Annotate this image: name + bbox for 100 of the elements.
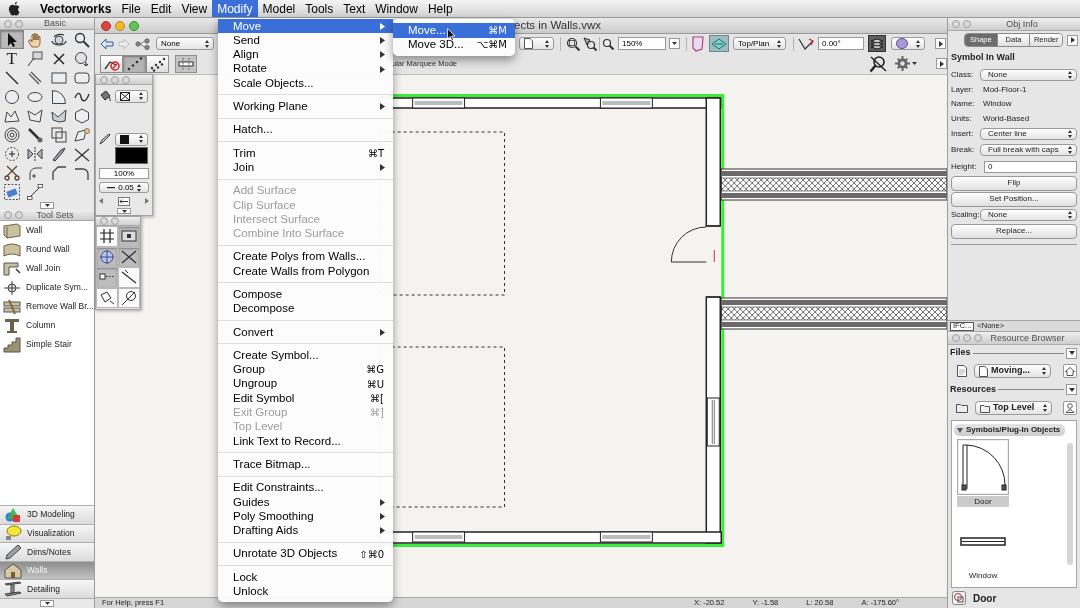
- dropdown[interactable]: Top Level: [975, 401, 1052, 415]
- menu-title[interactable]: Text: [338, 0, 371, 17]
- toolbar-expand-button[interactable]: [936, 58, 947, 69]
- dropdown[interactable]: Center line: [980, 128, 1077, 140]
- tool-list-item[interactable]: Remove Wall Br...: [0, 297, 94, 316]
- rotation-field[interactable]: 0.00°: [818, 37, 864, 50]
- tool-set-button[interactable]: Dims/Notes: [0, 542, 94, 561]
- apple-icon[interactable]: [8, 1, 21, 16]
- menu-title[interactable]: Edit: [145, 0, 177, 17]
- menu-item[interactable]: Compose: [218, 287, 393, 302]
- menu-item[interactable]: Scale Objects...: [218, 76, 393, 91]
- section-menu-button[interactable]: [1066, 347, 1077, 359]
- menu-item[interactable]: Link Text to Record...: [218, 434, 393, 449]
- mode-button[interactable]: [100, 54, 123, 73]
- menu-item[interactable]: Create Walls from Polygon: [218, 264, 393, 279]
- menu-item[interactable]: Hatch...: [218, 122, 393, 138]
- tool-list-item[interactable]: Wall: [0, 221, 94, 240]
- menu-item[interactable]: Unlock: [218, 584, 393, 599]
- settings-button[interactable]: [895, 56, 917, 71]
- dropdown[interactable]: Full break with caps: [980, 144, 1077, 156]
- dropdown[interactable]: [115, 132, 148, 146]
- menu-title[interactable]: View: [176, 0, 213, 17]
- menu-item[interactable]: Send: [218, 33, 393, 48]
- menu-item[interactable]: Edit Constraints...: [218, 480, 393, 495]
- dropdown[interactable]: None: [156, 37, 214, 50]
- shield-icon[interactable]: [691, 35, 705, 52]
- menu-item[interactable]: Join: [218, 160, 393, 175]
- angle-arrow-icon[interactable]: [798, 36, 814, 51]
- snap-button[interactable]: [96, 287, 118, 308]
- snap-button[interactable]: [118, 267, 140, 288]
- magnifier-objects-icon[interactable]: [583, 36, 597, 51]
- menu-item[interactable]: Create Symbol...: [218, 348, 393, 363]
- user-folder-button[interactable]: [1063, 401, 1077, 415]
- menu-item[interactable]: Align: [218, 47, 393, 62]
- magnifier-fit-icon[interactable]: [566, 36, 580, 51]
- tool-list-item[interactable]: Simple Stair: [0, 335, 94, 354]
- snap-button[interactable]: [96, 226, 118, 247]
- menu-item[interactable]: Drafting Aids: [218, 523, 393, 538]
- menu-item[interactable]: Lock: [218, 570, 393, 585]
- snap-button[interactable]: [118, 226, 140, 247]
- text-field[interactable]: 0: [984, 160, 1077, 173]
- tool-list-item[interactable]: Column: [0, 316, 94, 335]
- palette-menu-button[interactable]: [1067, 34, 1078, 46]
- tool-set-button[interactable]: Detailing: [0, 579, 94, 598]
- menu-item[interactable]: Unrotate 3D Objects ⇧⌘0: [218, 546, 393, 562]
- resource-thumbnail[interactable]: [957, 439, 1009, 495]
- menu-title[interactable]: Help: [422, 0, 458, 17]
- menu-item[interactable]: Move 3D... ⌥⌘M: [393, 37, 515, 52]
- dropdown[interactable]: [115, 89, 148, 103]
- palette-button[interactable]: Replace...: [951, 223, 1077, 239]
- toggle-button[interactable]: [868, 35, 886, 52]
- home-button[interactable]: [1063, 364, 1077, 378]
- magnifier-cross-icon[interactable]: [869, 54, 887, 73]
- menu-item[interactable]: Convert: [218, 325, 393, 340]
- menu-item[interactable]: Trim ⌘T: [218, 146, 393, 161]
- tool-list-item[interactable]: Round Wall: [0, 240, 94, 259]
- menu-item[interactable]: Trace Bitmap...: [218, 457, 393, 472]
- menu-item[interactable]: Decompose: [218, 301, 393, 317]
- snap-button[interactable]: [118, 246, 140, 267]
- menu-item[interactable]: Move: [218, 19, 393, 34]
- dropdown[interactable]: [519, 37, 554, 50]
- menu-title[interactable]: Tools: [300, 0, 339, 17]
- close-button[interactable]: [101, 20, 111, 31]
- scrollbar[interactable]: [1067, 443, 1073, 565]
- palette-button[interactable]: Set Position...: [951, 191, 1077, 207]
- menu-title[interactable]: File: [116, 0, 146, 17]
- menu-item[interactable]: Rotate: [218, 61, 393, 77]
- menu-title[interactable]: Model: [257, 0, 301, 17]
- menu-item[interactable]: Poly Smoothing: [218, 509, 393, 524]
- tool-list-item[interactable]: Duplicate Sym...: [0, 278, 94, 297]
- mode-button[interactable]: [146, 54, 169, 73]
- category-header[interactable]: Symbols/Plug-In Objects: [954, 424, 1065, 436]
- tool-set-button[interactable]: 3D Modeling: [0, 505, 94, 524]
- zoom-button[interactable]: [129, 20, 139, 31]
- magnifier-icon[interactable]: [602, 37, 614, 50]
- snap-button[interactable]: [118, 287, 140, 308]
- dropdown[interactable]: [891, 37, 925, 50]
- palette-button[interactable]: Flip: [951, 175, 1077, 191]
- back-arrow-icon[interactable]: [100, 37, 114, 50]
- tool-button[interactable]: [0, 30, 24, 49]
- palette-expand-button[interactable]: [117, 208, 131, 214]
- menu-item[interactable]: Ungroup ⌘U: [218, 376, 393, 392]
- zoom-menu-button[interactable]: [669, 38, 680, 49]
- menu-item[interactable]: Guides: [218, 495, 393, 510]
- mode-button[interactable]: [123, 54, 146, 73]
- dropdown[interactable]: None: [980, 209, 1077, 221]
- opacity-field[interactable]: 100%: [99, 168, 149, 179]
- app-menu[interactable]: Vectorworks: [35, 0, 117, 17]
- tool-button[interactable]: T: [0, 49, 24, 68]
- zoom-field[interactable]: 150%: [618, 37, 666, 50]
- tool-list-item[interactable]: Wall Join: [0, 259, 94, 278]
- dropdown[interactable]: Top/Plan: [733, 37, 786, 50]
- menu-title[interactable]: Window: [370, 0, 423, 17]
- menu-item[interactable]: Working Plane: [218, 99, 393, 114]
- menu-title[interactable]: Modify: [212, 0, 258, 17]
- wall-mode-button[interactable]: [175, 54, 197, 73]
- menu-item[interactable]: Edit Symbol ⌘[: [218, 391, 393, 406]
- palette-expand-button[interactable]: [40, 202, 54, 209]
- dropdown[interactable]: None: [980, 68, 1077, 81]
- palette-expand-button[interactable]: [40, 600, 54, 607]
